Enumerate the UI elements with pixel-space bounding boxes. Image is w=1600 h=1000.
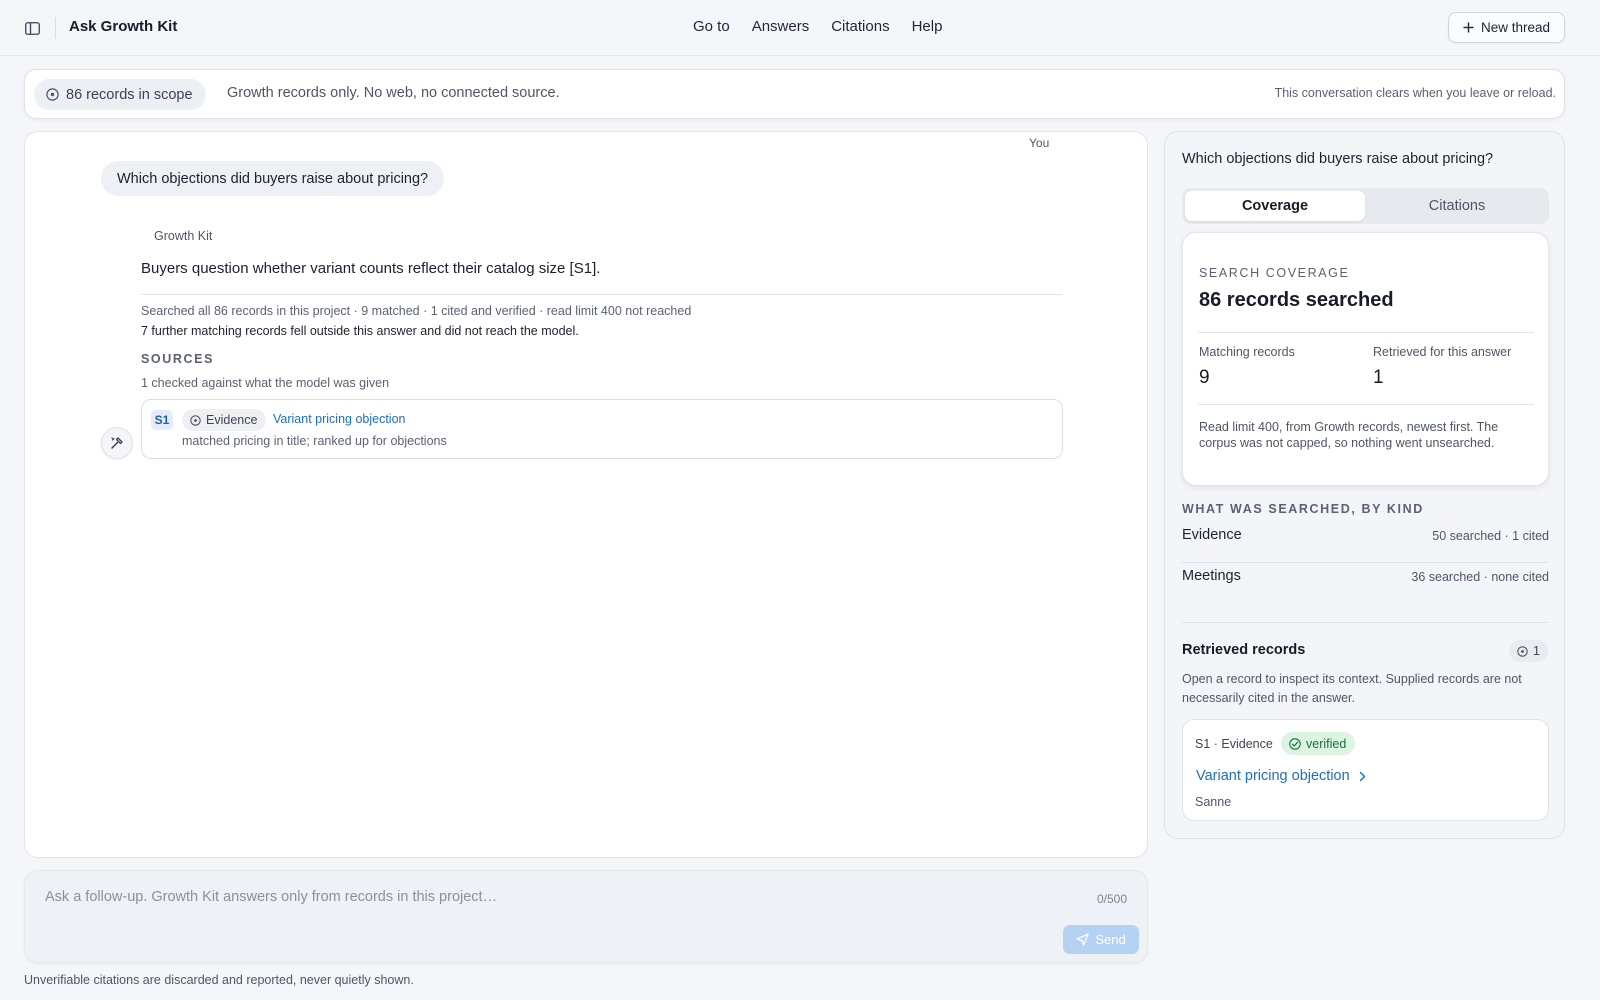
- app-title: Ask Growth Kit: [69, 18, 178, 35]
- top-nav: Go to Answers Citations Help: [693, 18, 942, 35]
- record-title-link[interactable]: Variant pricing objection: [1196, 768, 1366, 784]
- answer-divider: [141, 294, 1063, 295]
- side-panel: Which objections did buyers raise about …: [1164, 131, 1565, 839]
- coverage-title: 86 records searched: [1199, 289, 1394, 311]
- target-icon: [1517, 645, 1528, 657]
- scope-description: Growth records only. No web, no connecte…: [227, 85, 560, 101]
- scope-chip[interactable]: 86 records in scope: [34, 79, 206, 110]
- send-label: Send: [1095, 932, 1126, 947]
- kind-row-meetings: Meetings 36 searched · none cited: [1182, 558, 1549, 598]
- record-card[interactable]: S1 · Evidence verified Variant pricing o…: [1182, 719, 1549, 821]
- assistant-name: Growth Kit: [154, 229, 213, 243]
- kind-count: 50 searched · 1 cited: [1432, 529, 1549, 543]
- source-kind-label: Evidence: [206, 413, 258, 427]
- retrieved-count-badge: 1: [1509, 640, 1548, 662]
- retrieved-description: Open a record to inspect its context. Su…: [1182, 672, 1522, 705]
- retrieved-title: Retrieved records: [1182, 642, 1306, 658]
- coverage-divider: [1199, 332, 1534, 333]
- target-icon: [190, 414, 201, 426]
- new-thread-button[interactable]: New thread: [1448, 12, 1565, 43]
- plus-icon: [1463, 22, 1474, 33]
- tab-coverage[interactable]: Coverage: [1185, 191, 1365, 221]
- coverage-description: Read limit 400, from Growth records, new…: [1199, 420, 1499, 450]
- record-title: Variant pricing objection: [1196, 768, 1350, 784]
- send-button[interactable]: Send: [1063, 925, 1139, 954]
- kind-name: Evidence: [1182, 527, 1242, 543]
- you-label: You: [1029, 136, 1050, 150]
- scope-chip-label: 86 records in scope: [66, 86, 193, 103]
- tools-button[interactable]: [101, 427, 133, 459]
- tab-citations[interactable]: Citations: [1367, 191, 1547, 221]
- stat-label-retrieved: Retrieved for this answer: [1373, 345, 1512, 359]
- check-circle-icon: [1289, 737, 1301, 750]
- nav-item-go-to[interactable]: Go to: [693, 18, 730, 35]
- target-icon: [46, 88, 59, 101]
- source-card[interactable]: S1 Evidence Variant pricing objection ma…: [141, 399, 1063, 459]
- user-message: Which objections did buyers raise about …: [101, 161, 445, 196]
- sidebar-toggle-button[interactable]: [22, 18, 42, 38]
- search-note: 7 further matching records fell outside …: [141, 324, 579, 338]
- kind-row-evidence: Evidence 50 searched · 1 cited: [1182, 517, 1549, 557]
- nav-item-help[interactable]: Help: [912, 18, 943, 35]
- sidebar-panel-icon: [24, 21, 40, 35]
- top-bar: Ask Growth Kit Go to Answers Citations H…: [0, 0, 1600, 56]
- section-divider: [1182, 622, 1549, 623]
- scope-note: This conversation clears when you leave …: [1274, 86, 1556, 100]
- coverage-card: SEARCH COVERAGE 86 records searched Matc…: [1182, 232, 1549, 486]
- coverage-divider: [1199, 404, 1534, 405]
- side-tabs: Coverage Citations: [1182, 188, 1549, 224]
- record-meta: S1 · Evidence: [1195, 737, 1273, 751]
- paper-plane-icon: [1076, 933, 1089, 946]
- kind-count: 36 searched · none cited: [1411, 570, 1549, 584]
- nav-item-answers[interactable]: Answers: [752, 18, 810, 35]
- source-tag: S1: [151, 410, 173, 430]
- status-label: verified: [1306, 736, 1347, 751]
- sources-subtitle: 1 checked against what the model was giv…: [141, 376, 390, 390]
- footer-note: Unverifiable citations are discarded and…: [24, 973, 414, 987]
- new-thread-label: New thread: [1480, 20, 1551, 35]
- follow-up-input[interactable]: [45, 885, 1035, 909]
- tools-icon: [110, 436, 124, 450]
- sources-heading: SOURCES: [141, 352, 215, 366]
- stat-value-retrieved: 1: [1373, 367, 1384, 388]
- record-owner: Sanne: [1195, 795, 1232, 809]
- chevron-right-icon: [1359, 771, 1366, 782]
- source-kind-chip: Evidence: [182, 409, 267, 431]
- stat-value-matching: 9: [1199, 367, 1210, 388]
- side-question: Which objections did buyers raise about …: [1182, 151, 1494, 167]
- search-summary: Searched all 86 records in this project …: [141, 304, 692, 318]
- status-badge: verified: [1281, 732, 1356, 755]
- top-divider: [55, 17, 56, 39]
- composer: 0/500 Send: [24, 870, 1148, 963]
- thread-panel: You Which objections did buyers raise ab…: [24, 131, 1148, 858]
- kind-name: Meetings: [1182, 568, 1241, 584]
- char-count: 0/500: [1096, 892, 1127, 906]
- assistant-answer: Buyers question whether variant counts r…: [141, 260, 601, 277]
- retrieved-count: 1: [1533, 644, 1540, 658]
- source-title-link[interactable]: Variant pricing objection: [273, 412, 405, 426]
- stat-label-matching: Matching records: [1199, 345, 1295, 359]
- coverage-kicker: SEARCH COVERAGE: [1199, 266, 1350, 280]
- kinds-heading: WHAT WAS SEARCHED, BY KIND: [1182, 502, 1424, 516]
- source-detail: matched pricing in title; ranked up for …: [182, 434, 447, 448]
- scope-bar: 86 records in scope Growth records only.…: [24, 69, 1565, 119]
- nav-item-citations[interactable]: Citations: [831, 18, 889, 35]
